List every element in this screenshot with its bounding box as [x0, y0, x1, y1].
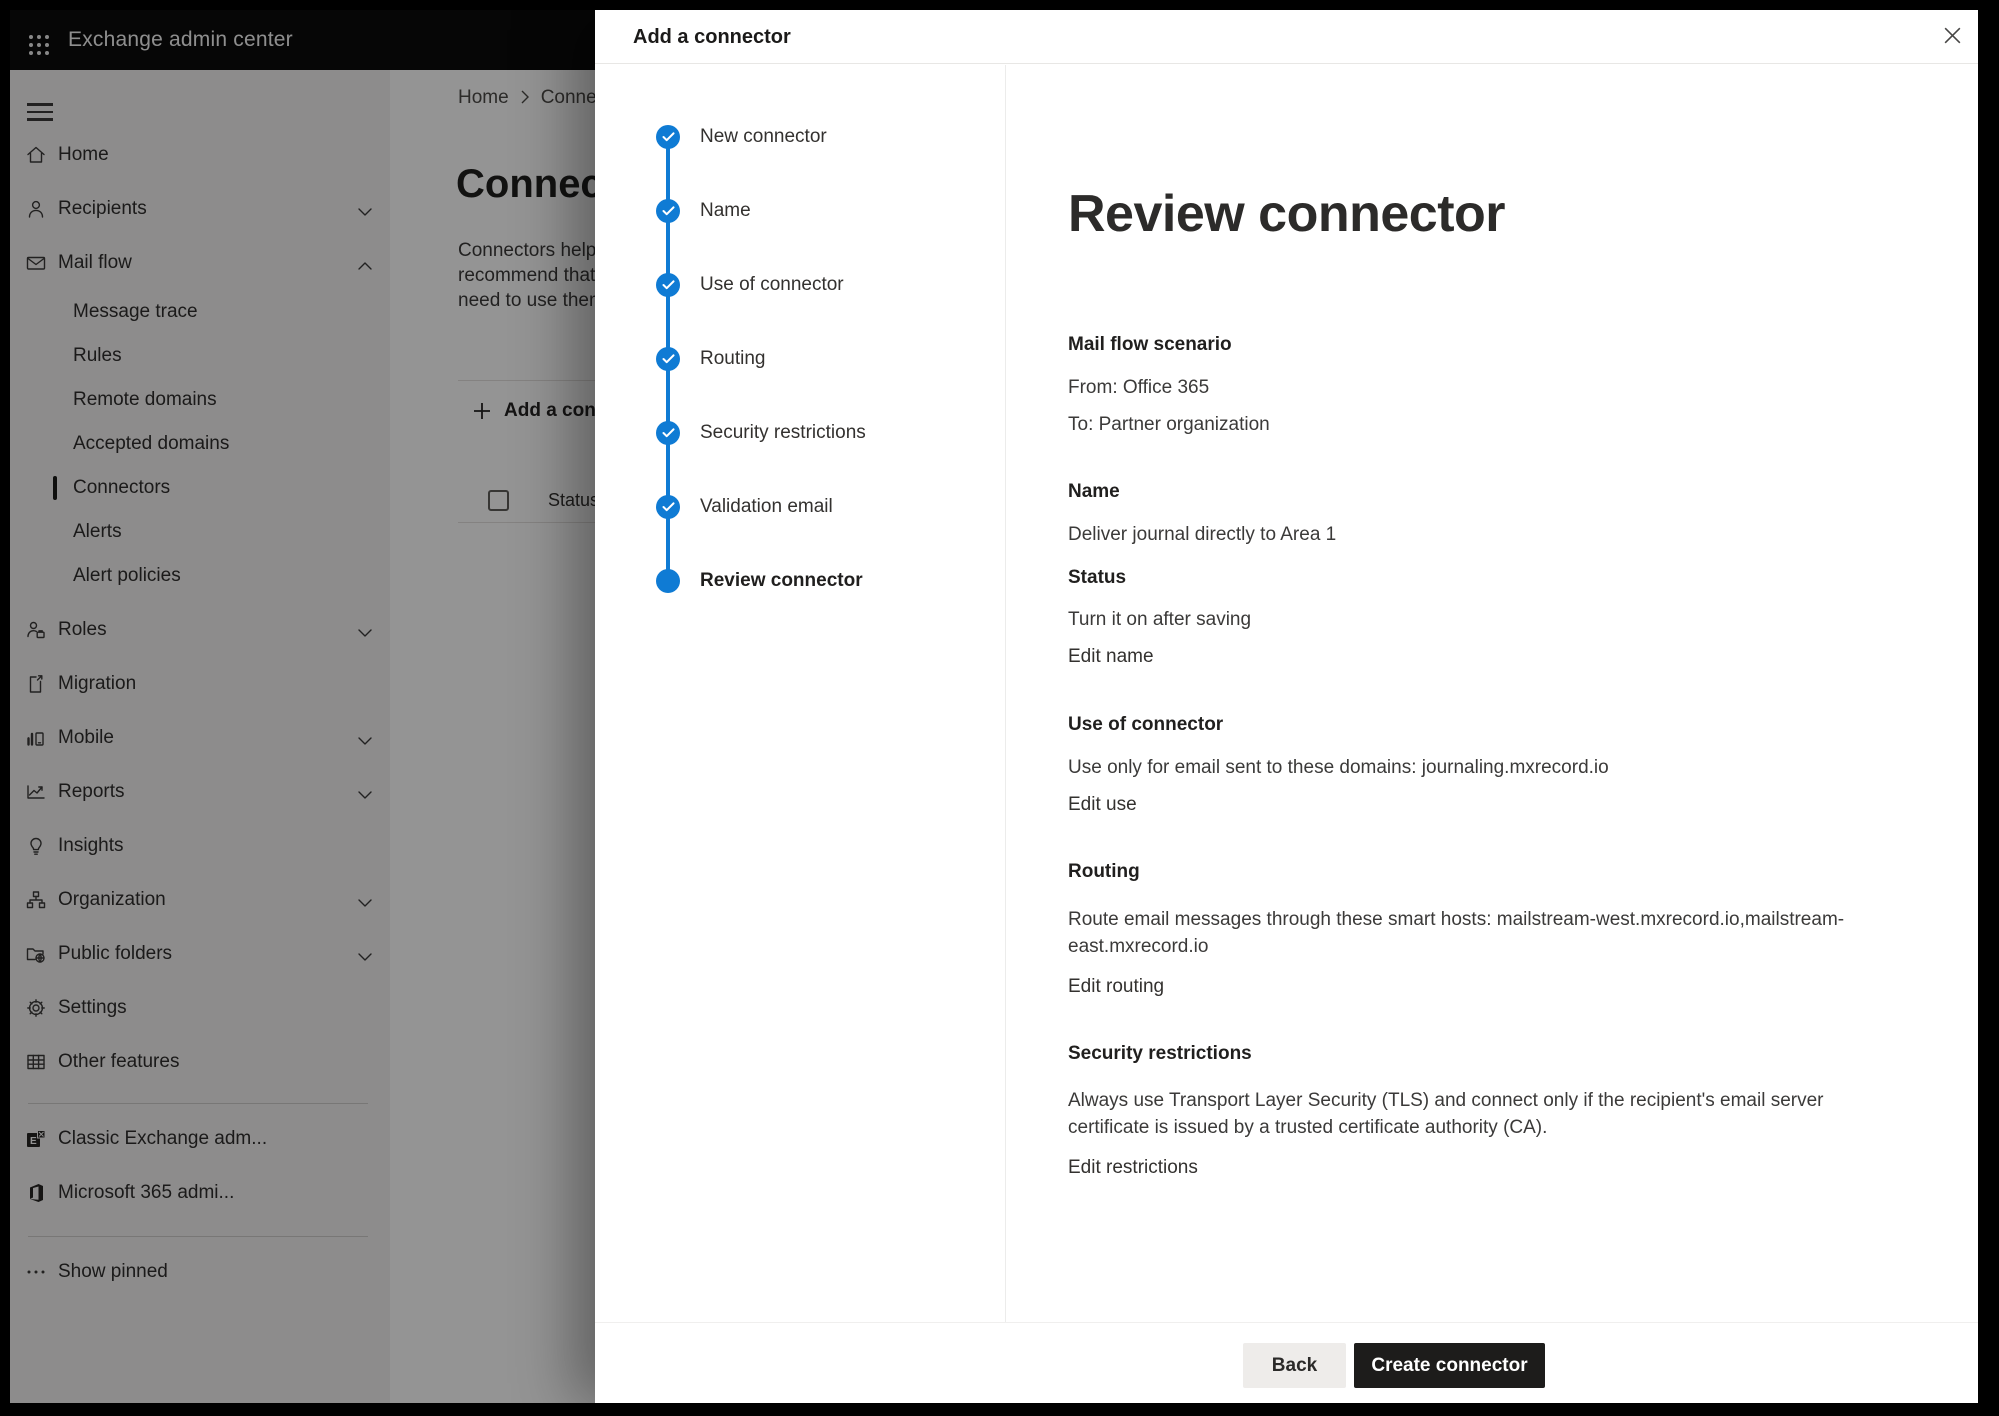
- status-value: Turn it on after saving: [1068, 610, 1868, 630]
- step-completed-icon: [656, 347, 680, 371]
- step-completed-icon: [656, 421, 680, 445]
- use-of-connector-value: Use only for email sent to these domains…: [1068, 758, 1868, 778]
- mail-flow-to: To: Partner organization: [1068, 415, 1868, 435]
- exchange-admin-app: Exchange admin center Home Recipients: [10, 10, 1978, 1403]
- add-connector-panel: Add a connector New connector Name Use o…: [595, 10, 1978, 1403]
- step-validation-email[interactable]: Validation email: [595, 495, 995, 519]
- status-heading: Status: [1068, 568, 1868, 588]
- mail-flow-from: From: Office 365: [1068, 378, 1868, 398]
- step-active-icon: [656, 569, 680, 593]
- security-restrictions-value: Always use Transport Layer Security (TLS…: [1068, 1087, 1868, 1141]
- step-completed-icon: [656, 199, 680, 223]
- panel-title: Add a connector: [633, 10, 791, 64]
- routing-heading: Routing: [1068, 862, 1868, 882]
- step-completed-icon: [656, 495, 680, 519]
- edit-use-link[interactable]: Edit use: [1068, 795, 1868, 815]
- step-review-connector[interactable]: Review connector: [595, 569, 995, 593]
- footer-divider: [595, 1322, 1978, 1323]
- review-content: Review connector Mail flow scenario From…: [1068, 10, 1868, 1403]
- back-button[interactable]: Back: [1243, 1343, 1346, 1388]
- step-new-connector[interactable]: New connector: [595, 125, 995, 149]
- name-heading: Name: [1068, 482, 1868, 502]
- review-title: Review connector: [1068, 182, 1505, 246]
- security-restrictions-heading: Security restrictions: [1068, 1044, 1868, 1064]
- step-completed-icon: [656, 273, 680, 297]
- step-security-restrictions[interactable]: Security restrictions: [595, 421, 995, 445]
- edit-restrictions-link[interactable]: Edit restrictions: [1068, 1158, 1868, 1178]
- routing-value: Route email messages through these smart…: [1068, 906, 1868, 960]
- step-use-of-connector[interactable]: Use of connector: [595, 273, 995, 297]
- name-value: Deliver journal directly to Area 1: [1068, 525, 1868, 545]
- close-icon: [1942, 25, 1963, 46]
- mail-flow-scenario-heading: Mail flow scenario: [1068, 335, 1868, 355]
- step-routing[interactable]: Routing: [595, 347, 995, 371]
- edit-name-link[interactable]: Edit name: [1068, 647, 1868, 667]
- close-button[interactable]: [1938, 21, 1966, 49]
- step-name[interactable]: Name: [595, 199, 995, 223]
- use-of-connector-heading: Use of connector: [1068, 715, 1868, 735]
- create-connector-button[interactable]: Create connector: [1354, 1343, 1545, 1388]
- stepper-content-divider: [1005, 65, 1006, 1322]
- step-completed-icon: [656, 125, 680, 149]
- edit-routing-link[interactable]: Edit routing: [1068, 977, 1868, 997]
